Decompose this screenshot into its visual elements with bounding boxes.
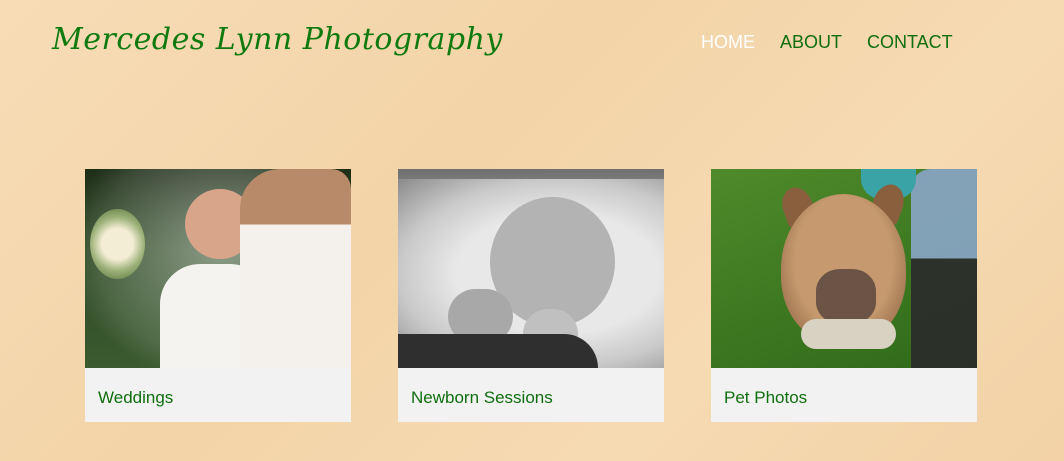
bouquet-shape — [90, 209, 145, 279]
shadow-shape — [398, 334, 598, 368]
gallery-card-pets[interactable]: Pet Photos — [711, 169, 977, 422]
nav-contact-link[interactable]: CONTACT — [867, 32, 953, 53]
pet-photo[interactable] — [711, 169, 977, 368]
weddings-photo[interactable] — [85, 169, 351, 368]
site-title[interactable]: Mercedes Lynn Photography — [52, 22, 503, 57]
nav-home-link[interactable]: HOME — [701, 32, 755, 53]
card-label-newborn[interactable]: Newborn Sessions — [411, 388, 553, 408]
gallery-card-weddings[interactable]: Weddings — [85, 169, 351, 422]
card-label-weddings[interactable]: Weddings — [98, 388, 173, 408]
person-shape — [911, 169, 977, 368]
dog-collar-shape — [801, 319, 896, 349]
dog-muzzle-shape — [816, 269, 876, 324]
card-label-pets[interactable]: Pet Photos — [724, 388, 807, 408]
gallery-card-newborn[interactable]: Newborn Sessions — [398, 169, 664, 422]
newborn-photo[interactable] — [398, 169, 664, 368]
main-nav: HOME ABOUT CONTACT — [701, 32, 953, 53]
nav-about-link[interactable]: ABOUT — [780, 32, 842, 53]
groom-shape — [240, 169, 351, 368]
